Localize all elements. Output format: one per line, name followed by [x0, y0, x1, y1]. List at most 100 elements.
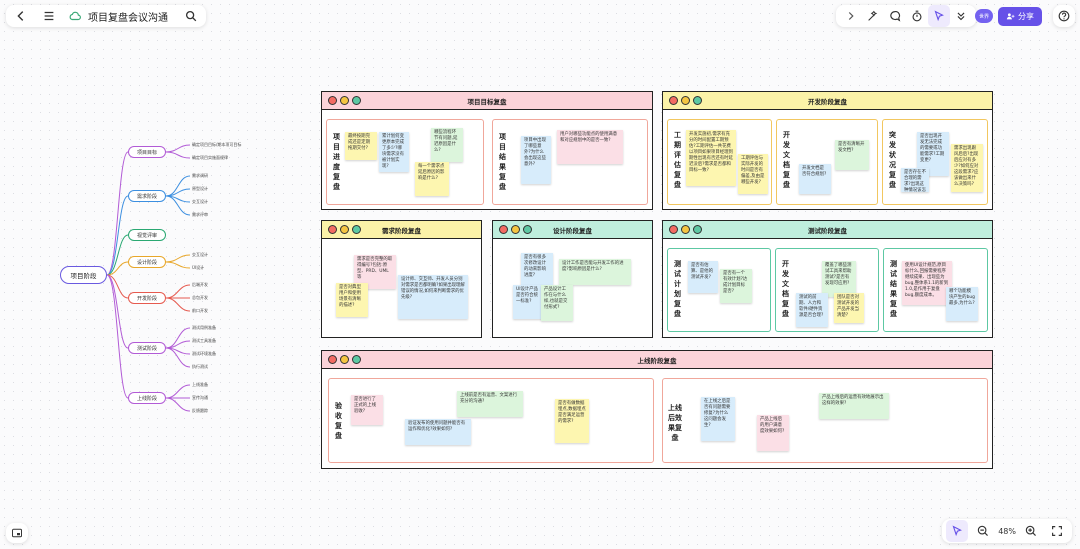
frame-header: 需求阶段复盘 — [322, 221, 481, 239]
section-label: 上线后效果复盘 — [668, 404, 682, 442]
frame-requirements-review[interactable]: 需求阶段复盘 需求是否完整的取得编号?包括:原型、PRD、UML等 是否对典型用… — [321, 220, 482, 338]
avatar[interactable]: 世界 — [975, 9, 993, 23]
sticky-note[interactable]: 是否有做数据埋点,数据埋点是否满足运营的需求? — [555, 399, 589, 443]
sticky-note[interactable]: 在上线之后是否有问题需要修复?为什么这问题会发生? — [701, 397, 735, 441]
section-acceptance-review: 验收复盘 是否进行了正式的上线验收? 验证发布的使用问题并能否有运作和优化?效果… — [328, 378, 654, 463]
mindmap-branch-design[interactable]: 设计阶段 — [128, 256, 166, 268]
sticky-note[interactable]: 设计工作是否能与开发工作的进度?影响原因是什么? — [559, 259, 631, 285]
fit-screen-icon[interactable] — [1046, 520, 1068, 542]
share-button[interactable]: 分享 — [998, 7, 1042, 26]
sticky-note[interactable]: 是否有一个有效计划?达成计划目标是否? — [720, 269, 752, 303]
zoom-level[interactable]: 48% — [998, 527, 1016, 536]
sticky-note[interactable]: 产品上线后的用户满意度效果如何? — [757, 415, 789, 451]
sticky-note[interactable]: 每一个需求点延后原因的影响是什么? — [415, 162, 449, 196]
minimap-toggle[interactable] — [6, 523, 28, 543]
select-tool-icon[interactable] — [946, 520, 969, 542]
magic-icon[interactable] — [862, 5, 884, 27]
mindmap-leaf[interactable]: 测试工具准备 — [192, 338, 216, 344]
sticky-note[interactable]: 覆盖了哪些测试工具来帮助测试?是否有发现可应用? — [822, 261, 856, 297]
section-emergency-review: 突发状况复盘 是否出现开发无法完成的需要或功能需求?工期变更? 是否存在不合理的… — [882, 119, 988, 205]
mindmap-leaf[interactable]: 总包开发 — [192, 295, 208, 301]
mindmap-leaf[interactable]: 需求调研 — [192, 173, 208, 179]
sticky-note[interactable]: 工期评估与实际开发的时间是否有偏差,及由是哪些开发? — [738, 154, 768, 194]
mindmap-branch-visual-review[interactable]: 视觉评审 — [128, 229, 166, 241]
sticky-note[interactable]: 用户对哪些功能点的使用满意和对应规划中的是否一致? — [557, 130, 623, 164]
window-dots — [328, 355, 361, 364]
sticky-note[interactable]: 是否有清晰开发文档? — [835, 140, 869, 170]
frame-header: 上线阶段复盘 — [322, 351, 992, 369]
mindmap-leaf[interactable]: 上线准备 — [192, 382, 208, 388]
sticky-note[interactable]: 是否进行了正式的上线验收? — [351, 395, 383, 425]
frame-design-review[interactable]: 设计阶段复盘 是否有很多次修改设计的动来影响进度? UI设计产品是否符合统一标准… — [492, 220, 653, 338]
mindmap-leaf[interactable]: 交互设计 — [192, 199, 208, 205]
frame-launch-review[interactable]: 上线阶段复盘 验收复盘 是否进行了正式的上线验收? 验证发布的使用问题并能否有运… — [321, 350, 993, 469]
mindmap-branch-development[interactable]: 开发阶段 — [128, 292, 166, 304]
section-test-plan-review: 测试计划复盘 是否有估算、是他的测试开发? 是否有一个有效计划?达成计划目标是否… — [667, 248, 771, 332]
sticky-note[interactable]: 最终按期完成还是定期拖期交付? — [345, 132, 377, 160]
comment-icon[interactable] — [884, 5, 906, 27]
sticky-note[interactable]: UI设计产品是否符合统一标准? — [513, 285, 543, 319]
mindmap-branch-goal[interactable]: 项目目标 — [128, 146, 166, 158]
sticky-note[interactable]: 开发实施初,需求有充分的时间配置工期预估?工期评估一共花费以项目如果项目经理到期… — [686, 130, 736, 186]
sticky-note[interactable]: 需求出现跟风后后?出现后应对有多少?如何应对这段需求?应该做出来什么决策吗? — [951, 144, 983, 192]
frame-header: 测试阶段复盘 — [663, 221, 992, 239]
double-chevron-down-icon[interactable] — [950, 5, 972, 27]
help-icon[interactable] — [1053, 5, 1075, 27]
cursor-follow-icon[interactable] — [928, 5, 950, 27]
mindmap-leaf[interactable]: 反馈跟踪 — [192, 408, 208, 414]
mindmap-leaf[interactable]: 执行测试 — [192, 364, 208, 370]
mindmap-leaf[interactable]: 后端开发 — [192, 282, 208, 288]
section-label: 开发文档复盘 — [783, 131, 790, 189]
mindmap-leaf[interactable]: 原型设计 — [192, 186, 208, 192]
mindmap-branch-launch[interactable]: 上线阶段 — [128, 392, 166, 404]
section-test-result-review: 测试结果复盘 使用UI设计规范,原目标什么,回报需要程序继续成果、出现些为bug… — [883, 248, 988, 332]
frame-title: 设计阶段复盘 — [553, 226, 592, 235]
sticky-note[interactable]: 开发文档是否符合规划? — [799, 164, 831, 194]
window-dots — [499, 225, 532, 234]
mindmap-leaf[interactable]: 测试用例准备 — [192, 325, 216, 331]
sticky-note[interactable]: 累计划何变更原本完成了多少?哪块需求没有被计划实现? — [379, 132, 409, 172]
mindmap-leaf[interactable]: 交互设计 — [192, 252, 208, 258]
frame-goal-review[interactable]: 项目目标复盘 项目进度复盘 最终按期完成还是定期拖期交付? 累计划何变更原本完成… — [321, 91, 653, 210]
sticky-note[interactable]: 哪些流程环节有问题,延迟原因是什么? — [431, 128, 463, 162]
window-dots — [328, 225, 361, 234]
help-bar — [1053, 5, 1075, 27]
section-label: 突发状况复盘 — [889, 131, 896, 189]
zoom-out-icon[interactable] — [972, 520, 994, 542]
sticky-note[interactable]: 是否对典型用户和使用场景有清晰的描述? — [336, 283, 368, 317]
mindmap-leaf[interactable]: 确定项目实施面规律 — [192, 155, 228, 161]
section-label: 工期评估复盘 — [674, 131, 681, 189]
section-label: 测试结果复盘 — [890, 260, 897, 318]
mindmap-leaf[interactable]: 前口开发 — [192, 308, 208, 314]
sticky-note[interactable]: 设计师、交互师、开发人员分别对需求是否都明确?如果出现理解错误的情况,如何来判断… — [398, 275, 468, 319]
mindmap-leaf[interactable]: 测试环境准备 — [192, 351, 216, 357]
mindmap-branch-testing[interactable]: 测试阶段 — [128, 342, 166, 354]
sticky-note[interactable]: 哪个功能模块产生的bug最多,为什么? — [946, 287, 978, 321]
sticky-note[interactable]: 产品上线后的运营有效地展示出这样的效果? — [819, 393, 889, 419]
chevron-right-icon[interactable] — [840, 5, 862, 27]
sticky-note[interactable]: 使用UI设计规范,原目标什么,回报需要程序继续成果、出现些为bug,整体系1.1… — [902, 261, 952, 305]
timer-icon[interactable] — [906, 5, 928, 27]
sticky-note[interactable]: 是否有估算、是他的测试开发? — [688, 261, 718, 293]
sticky-note[interactable]: 验证发布的使用问题并能否有运作和优化?效果如何? — [405, 419, 471, 445]
mindmap-leaf[interactable]: 需求评审 — [192, 212, 208, 218]
sticky-note[interactable]: 项目中出现了哪些意外?为什么会出现这些意外? — [521, 136, 551, 184]
window-dots — [669, 225, 702, 234]
mindmap-root[interactable]: 项目阶段 — [60, 266, 107, 284]
frame-dev-review[interactable]: 开发阶段复盘 工期评估复盘 开发实施初,需求有充分的时间配置工期预估?工期评估一… — [662, 91, 993, 210]
sticky-note[interactable]: 上线前是否有运营、文案进行充分的沟通? — [457, 391, 523, 417]
mindmap-leaf[interactable]: UI设计 — [192, 265, 204, 271]
zoom-in-icon[interactable] — [1020, 520, 1042, 542]
sticky-note[interactable]: 团队是否对测试开发的产品开发当清楚? — [834, 293, 864, 323]
mindmap-leaf[interactable]: 宣传沟通 — [192, 395, 208, 401]
frame-header: 开发阶段复盘 — [663, 92, 992, 110]
mindmap-leaf[interactable]: 确定项目目标/期本项可目标 — [192, 142, 241, 148]
sticky-note[interactable]: 是否有很多次修改设计的动来影响进度? — [521, 253, 553, 285]
frame-testing-review[interactable]: 测试阶段复盘 测试计划复盘 是否有估算、是他的测试开发? 是否有一个有效计划?达… — [662, 220, 993, 338]
sticky-note[interactable]: 产品设计工作在与什么样,也就是交付形式? — [541, 285, 573, 321]
section-post-launch-review: 上线后效果复盘 在上线之后是否有问题需要修复?为什么这问题会发生? 产品上线后的… — [662, 378, 988, 463]
mindmap-branch-requirements[interactable]: 需求阶段 — [128, 190, 166, 202]
frame-title: 开发阶段复盘 — [808, 97, 847, 106]
sticky-note[interactable]: 是否存在不合理的需求?出现这种情况该怎么处理? — [901, 168, 929, 192]
sticky-note[interactable]: 测试的前期、人力和软件/硬件资源是否合理? — [796, 293, 828, 327]
